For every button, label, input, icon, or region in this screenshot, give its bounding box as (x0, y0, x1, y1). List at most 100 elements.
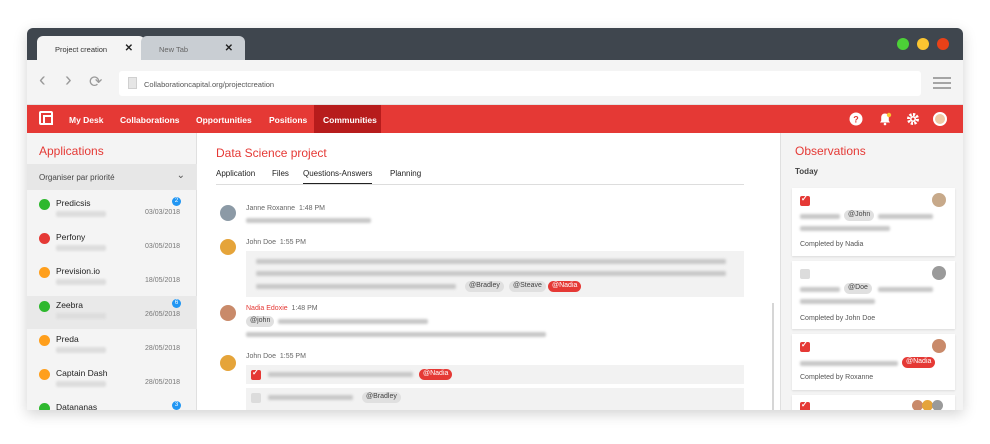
mention-tag[interactable]: @Nadia (902, 357, 936, 368)
message-text (256, 271, 726, 276)
mention-tag[interactable]: @Nadia (419, 369, 453, 380)
applications-panel: Applications Organiser par priorité ⌄ Pr… (27, 133, 197, 410)
tab-questions-answers[interactable]: Questions-Answers (303, 169, 373, 185)
message-time: 1:55 PM (279, 353, 306, 360)
completed-by: Completed by Roxanne (800, 374, 874, 381)
nav-communities[interactable]: Communities (314, 105, 381, 133)
message-time: 1:48 PM (291, 305, 318, 312)
mention-tag[interactable]: @Steave (509, 281, 546, 292)
message-time: 1:48 PM (298, 205, 326, 212)
task-checkbox[interactable] (251, 368, 261, 380)
mention-tag[interactable]: @Bradley (362, 392, 401, 403)
close-icon[interactable]: ✕ (225, 43, 233, 54)
sort-label: Organiser par priorité (39, 173, 115, 182)
browser-tab-new-tab[interactable]: New Tab ✕ (141, 36, 245, 60)
window-minimize-button[interactable] (917, 38, 929, 50)
help-icon[interactable]: ? (849, 112, 863, 126)
reload-icon[interactable]: ⟳ (89, 72, 102, 92)
mention-tag[interactable]: @Bradley (465, 281, 504, 292)
status-icon (39, 199, 50, 210)
status-icon (39, 403, 50, 410)
task-item: @Nadia (246, 365, 744, 384)
bell-icon[interactable] (878, 112, 892, 126)
tab-label: New Tab (159, 45, 189, 54)
user-avatar[interactable] (933, 112, 947, 126)
address-bar-row: ‹ › ⟳ Collaborationcapital.org/projectcr… (27, 60, 963, 105)
application-owner (56, 211, 106, 217)
avatar (932, 339, 946, 353)
observation-card[interactable]: @Doe Completed by John Doe (792, 261, 955, 329)
observation-checkbox[interactable] (800, 340, 810, 352)
project-panel: Data Science project Application Files Q… (197, 133, 780, 410)
url-input[interactable]: Collaborationcapital.org/projectcreation (119, 71, 921, 96)
nav-collaborations[interactable]: Collaborations (120, 105, 180, 133)
tab-files[interactable]: Files (272, 169, 289, 178)
svg-text:?: ? (853, 115, 859, 125)
task-text (268, 372, 413, 377)
message-author: John Doe (246, 353, 276, 360)
application-owner (56, 347, 106, 353)
avatar (220, 239, 236, 255)
scrollbar[interactable] (772, 303, 774, 410)
sort-dropdown[interactable]: Organiser par priorité ⌄ (27, 164, 197, 190)
app-navbar: My Desk Collaborations Opportunities Pos… (27, 105, 963, 133)
observation-text (800, 299, 875, 304)
menu-icon[interactable] (933, 77, 951, 92)
message-author: Janne Roxanne (246, 205, 296, 212)
window-close-button[interactable] (937, 38, 949, 50)
application-name: Predicsis (56, 198, 91, 208)
observation-checkbox[interactable] (800, 400, 810, 410)
observation-text (878, 214, 933, 219)
observations-panel: Observations Today @John Completed by Na… (780, 133, 963, 410)
application-owner (56, 279, 106, 285)
application-item[interactable]: Preda 28/05/2018 (27, 330, 197, 363)
task-text (268, 395, 353, 400)
browser-tab-project-creation[interactable]: Project creation ✕ (37, 36, 145, 60)
tab-planning[interactable]: Planning (390, 169, 421, 178)
mention-tag[interactable]: @Doe (844, 283, 872, 294)
window-maximize-button[interactable] (897, 38, 909, 50)
nav-my-desk[interactable]: My Desk (69, 105, 104, 133)
forward-icon[interactable]: › (65, 69, 72, 92)
application-date: 28/05/2018 (145, 345, 181, 352)
observation-text (800, 214, 840, 219)
application-name: Captain Dash (56, 368, 108, 378)
project-title: Data Science project (216, 146, 327, 160)
count-badge: 2 (172, 197, 181, 206)
status-icon (39, 335, 50, 346)
avatar (932, 266, 946, 280)
mention-tag[interactable]: @Nadia (548, 281, 582, 292)
nav-opportunities[interactable]: Opportunities (196, 105, 252, 133)
application-item[interactable]: Prevision.io 18/05/2018 (27, 262, 197, 295)
app-logo-icon[interactable] (39, 111, 53, 125)
observation-card[interactable] (792, 395, 955, 410)
nav-positions[interactable]: Positions (269, 105, 307, 133)
message-text (256, 284, 456, 289)
back-icon[interactable]: ‹ (39, 69, 46, 92)
avatar (932, 400, 943, 410)
observation-text (878, 287, 933, 292)
application-item[interactable]: Datananas 3 (27, 398, 197, 410)
application-name: Perfony (56, 232, 86, 242)
mention-tag[interactable]: @John (844, 210, 875, 221)
application-item[interactable]: Zeebra 26/05/2018 6 (27, 296, 197, 329)
application-item[interactable]: Perfony 03/05/2018 (27, 228, 197, 261)
status-icon (39, 267, 50, 278)
close-icon[interactable]: ✕ (125, 43, 133, 54)
application-item[interactable]: Predicsis 03/03/2018 2 (27, 194, 197, 227)
tab-application[interactable]: Application (216, 169, 255, 178)
mention-tag[interactable]: @john (246, 316, 275, 327)
observation-text (800, 361, 898, 366)
application-item[interactable]: Captain Dash 28/05/2018 (27, 364, 197, 397)
message-text (256, 259, 726, 264)
status-icon (39, 301, 50, 312)
panel-title: Observations (795, 144, 866, 158)
observation-card[interactable]: @Nadia Completed by Roxanne (792, 334, 955, 390)
gear-icon[interactable] (906, 112, 920, 126)
application-date: 26/05/2018 (145, 311, 181, 318)
task-checkbox[interactable] (251, 393, 261, 403)
observation-checkbox[interactable] (800, 269, 810, 279)
page-icon (128, 77, 137, 89)
observation-card[interactable]: @John Completed by Nadia (792, 188, 955, 256)
observation-checkbox[interactable] (800, 194, 810, 206)
